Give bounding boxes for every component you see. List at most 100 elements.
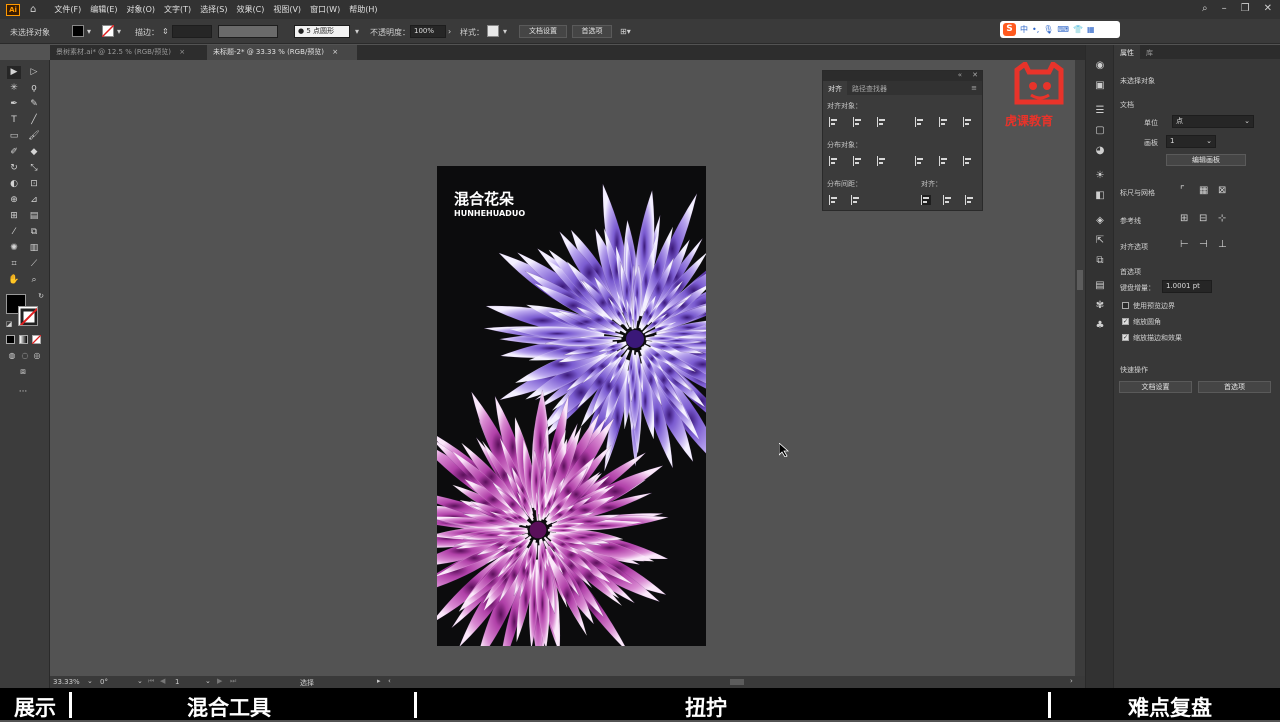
style-dropdown-icon[interactable]: ▾ (503, 27, 507, 36)
panel-menu-icon[interactable]: ≡ (966, 81, 982, 95)
dist-hcenter-icon[interactable] (939, 156, 949, 166)
fill-dropdown-icon[interactable]: ▾ (87, 27, 91, 36)
dist-vcenter-icon[interactable] (853, 156, 863, 166)
brushes-icon[interactable]: ✾ (1094, 300, 1106, 312)
horizontal-scroll-thumb[interactable] (730, 679, 744, 685)
tab-document-1[interactable]: 景树素材.ai* @ 12.5 % (RGB/预览) × (50, 45, 205, 60)
perspective-grid-icon[interactable]: ⊿ (27, 194, 41, 207)
units-select[interactable]: 点 ⌄ (1172, 115, 1254, 128)
panel-close-icon[interactable]: ✕ (972, 71, 978, 79)
none-mode-icon[interactable] (32, 335, 41, 344)
rotation-angle[interactable]: 0° (100, 678, 108, 686)
artboard-number[interactable]: 1 (175, 678, 179, 686)
dist-bottom-icon[interactable] (877, 156, 887, 166)
last-artboard-icon[interactable]: ⏭ (230, 677, 236, 686)
tab-libraries[interactable]: 库 (1140, 45, 1159, 59)
tab-close-icon[interactable]: × (179, 48, 185, 56)
zoom-dropdown-icon[interactable]: ⌄ (87, 677, 93, 685)
prev-artboard-icon[interactable]: ◀ (160, 677, 165, 685)
next-artboard-icon[interactable]: ▶ (217, 677, 222, 685)
pen-tool-icon[interactable]: ✒ (7, 98, 21, 111)
stroke-stepper-icon[interactable]: ⇕ (162, 27, 169, 36)
more-tools-icon[interactable]: ··· (16, 386, 30, 399)
links-icon[interactable]: ⧉ (1094, 255, 1106, 267)
menu-type[interactable]: 文字(T) (164, 4, 191, 15)
grid-icon[interactable]: ▦ (1087, 25, 1095, 34)
align-hcenter-icon[interactable] (853, 117, 863, 127)
search-icon[interactable]: ⌕ (1202, 3, 1208, 14)
transform-icon[interactable]: ▤ (1094, 280, 1106, 292)
quick-prefs-button[interactable]: 首选项 (1198, 381, 1271, 393)
screen-mode-icon[interactable]: ⧈ (16, 366, 30, 379)
slice-tool-icon[interactable]: ⟋ (27, 258, 41, 271)
lasso-icon[interactable]: ϙ (27, 82, 41, 95)
zoom-tool-icon[interactable]: ⌕ (27, 274, 41, 287)
snap-glyph-icon[interactable]: ⊥ (1218, 239, 1227, 250)
align-to-artboard-icon[interactable] (921, 195, 931, 205)
line-tool-icon[interactable]: ╱ (27, 114, 41, 127)
snap-pixel-icon[interactable]: ⊣ (1199, 239, 1208, 250)
scale-tool-icon[interactable]: ⤡ (27, 162, 41, 175)
zoom-level[interactable]: 33.33% (53, 678, 80, 686)
artboard-dropdown-icon[interactable]: ⌄ (205, 677, 211, 685)
status-arrow-icon[interactable]: ▸ (377, 677, 381, 685)
dist-right-icon[interactable] (963, 156, 973, 166)
stroke-dropdown-icon[interactable]: ▾ (117, 27, 121, 36)
brush-field[interactable]: ● 5 点圆形 (294, 25, 350, 38)
artboard-tool-icon[interactable]: ⌗ (7, 258, 21, 271)
angle-dropdown-icon[interactable]: ⌄ (137, 677, 143, 685)
brush-dropdown-icon[interactable]: ▾ (355, 27, 359, 36)
artboard-select[interactable]: 1 ⌄ (1166, 135, 1216, 148)
stroke-weight-field[interactable] (172, 25, 212, 38)
menu-file[interactable]: 文件(F) (54, 4, 81, 15)
transparency-grid-icon[interactable]: ⊠ (1218, 185, 1226, 196)
align-vcenter-icon[interactable] (939, 117, 949, 127)
grid-icon[interactable]: ▦ (1199, 185, 1208, 196)
quick-doc-setup-button[interactable]: 文档设置 (1119, 381, 1192, 393)
export-icon[interactable]: ⇱ (1094, 235, 1106, 247)
color-icon[interactable]: ◕ (1094, 145, 1106, 157)
tab-align[interactable]: 对齐 (823, 81, 847, 95)
tab-properties[interactable]: 属性 (1114, 45, 1140, 59)
cc-libraries-icon[interactable]: ▣ (1094, 80, 1106, 92)
microphone-icon[interactable]: 🎙 (1043, 25, 1053, 34)
blend-tool-icon[interactable]: ⧉ (27, 226, 41, 239)
paintbrush-icon[interactable]: 🖌 (27, 130, 41, 143)
shape-builder-icon[interactable]: ⊕ (7, 194, 21, 207)
menu-object[interactable]: 对象(O) (127, 4, 156, 15)
curvature-tool-icon[interactable]: ✎ (27, 98, 41, 111)
menu-effect[interactable]: 效果(C) (237, 4, 265, 15)
dist-space-v-icon[interactable] (829, 195, 839, 205)
gradient-mode-icon[interactable] (19, 335, 28, 344)
menu-help[interactable]: 帮助(H) (349, 4, 377, 15)
style-swatch[interactable] (487, 25, 499, 37)
color-theme-icon[interactable]: ◉ (1094, 60, 1106, 72)
panel-header[interactable]: « ✕ (823, 71, 982, 81)
vertical-scrollbar[interactable] (1075, 60, 1085, 676)
rotate-tool-icon[interactable]: ↻ (7, 162, 21, 175)
align-bottom-icon[interactable] (963, 117, 973, 127)
hand-tool-icon[interactable]: ✋ (7, 274, 21, 287)
default-colors-icon[interactable]: ◪ (2, 318, 16, 331)
layers-icon[interactable]: ◈ (1094, 215, 1106, 227)
edit-artboards-button[interactable]: 编辑画板 (1166, 154, 1246, 166)
lock-guides-icon[interactable]: ⊟ (1199, 213, 1207, 224)
artboard[interactable]: 混合花朵 HUNHEHUADUO (437, 166, 706, 646)
opacity-arrow-icon[interactable]: › (448, 27, 451, 36)
scale-corners-checkbox[interactable]: ✓ (1122, 318, 1129, 325)
draw-inside-icon[interactable]: ◎ (30, 349, 44, 362)
tab-document-2[interactable]: 未标题-2* @ 33.33 % (RGB/预览) × (207, 45, 357, 60)
eraser-icon[interactable]: ◆ (27, 146, 41, 159)
skin-icon[interactable]: 👕 (1073, 25, 1083, 34)
swap-colors-icon[interactable]: ↻ (34, 290, 48, 303)
sun-icon[interactable]: ☀ (1094, 170, 1106, 182)
dist-space-h-icon[interactable] (851, 195, 861, 205)
keyboard-increment-field[interactable]: 1.0001 pt (1162, 280, 1212, 293)
magic-wand-icon[interactable]: ✳ (7, 82, 21, 95)
status-scroll-right-icon[interactable]: › (1070, 677, 1073, 685)
status-scroll-left-icon[interactable]: ‹ (388, 677, 391, 685)
stroke-color-icon[interactable] (18, 306, 38, 326)
doc-setup-button[interactable]: 文档设置 (519, 25, 567, 38)
restore-icon[interactable]: ❐ (1241, 3, 1250, 14)
opacity-field[interactable]: 100% (410, 25, 446, 38)
